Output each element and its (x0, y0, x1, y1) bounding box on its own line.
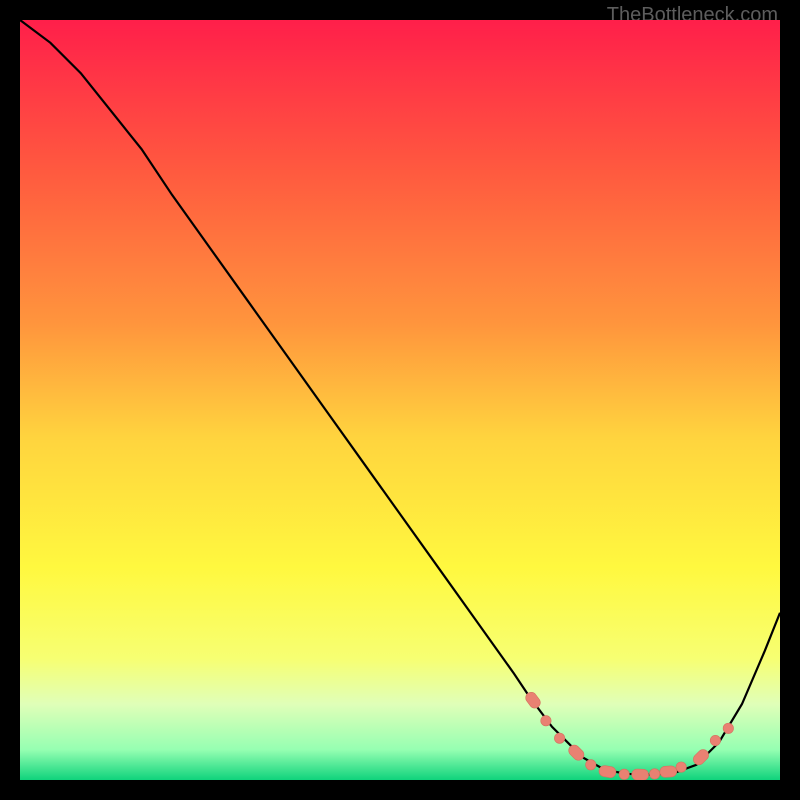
gradient-background (20, 20, 780, 780)
chart-plot (20, 20, 780, 780)
chart-stage: TheBottleneck.com (0, 0, 800, 800)
